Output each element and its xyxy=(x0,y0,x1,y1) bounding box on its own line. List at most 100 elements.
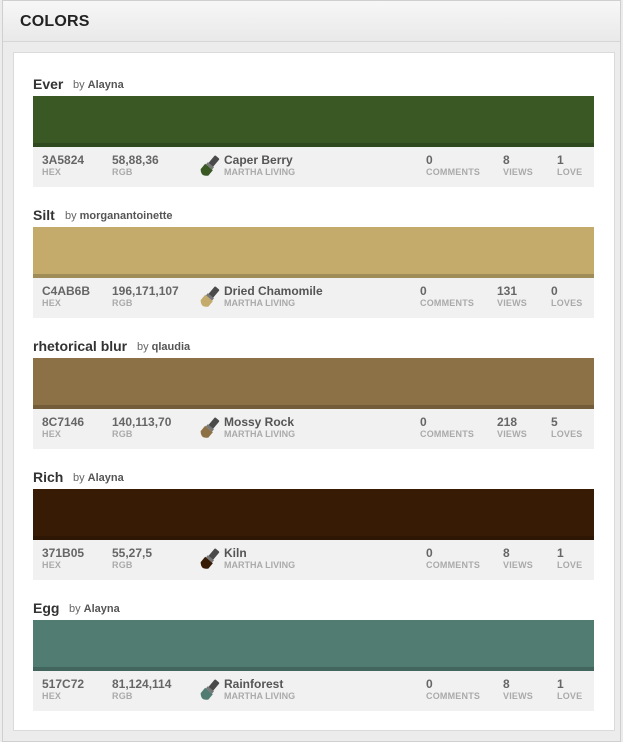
paint-match[interactable]: Caper Berry MARTHA LIVING xyxy=(224,154,295,178)
paint-name[interactable]: Caper Berry xyxy=(224,154,295,167)
color-list: Ever by Alayna 3A5824 HEX 58,88,36 RGB C… xyxy=(13,52,615,731)
comments-label: COMMENTS xyxy=(426,560,481,570)
color-name-link[interactable]: rhetorical blur xyxy=(33,338,127,354)
views-label: VIEWS xyxy=(497,298,528,308)
hex-value: 3A5824 xyxy=(42,153,85,167)
loves-label: LOVES xyxy=(551,429,583,439)
paint-match[interactable]: Dried Chamomile MARTHA LIVING xyxy=(224,285,323,309)
comments-stat[interactable]: 0 COMMENTS xyxy=(426,678,480,702)
hex-label: HEX xyxy=(42,560,62,570)
comments-label: COMMENTS xyxy=(420,298,475,308)
author-link[interactable]: Alayna xyxy=(88,472,124,484)
hex-value: 371B05 xyxy=(42,546,85,560)
rgb-stat: 81,124,114 RGB xyxy=(112,678,171,702)
color-name-link[interactable]: Silt xyxy=(33,207,55,223)
rgb-label: RGB xyxy=(112,429,133,439)
views-count: 8 xyxy=(503,677,510,691)
comments-count: 0 xyxy=(420,284,427,298)
color-details: C4AB6B HEX 196,171,107 RGB Dried Chamomi… xyxy=(33,278,594,318)
color-details: 517C72 HEX 81,124,114 RGB Rainforest MAR… xyxy=(33,671,594,711)
paintbrush-icon xyxy=(200,155,220,176)
paint-name[interactable]: Kiln xyxy=(224,547,295,560)
rgb-value: 55,27,5 xyxy=(112,546,153,560)
color-swatch[interactable] xyxy=(33,489,594,540)
color-name-link[interactable]: Ever xyxy=(33,76,63,92)
entry-title: Silt by morganantoinette xyxy=(33,205,594,227)
paint-name[interactable]: Mossy Rock xyxy=(224,416,295,429)
views-label: VIEWS xyxy=(503,560,534,570)
comments-stat[interactable]: 0 COMMENTS xyxy=(420,416,474,440)
paintbrush-icon xyxy=(200,679,220,700)
paint-brand: MARTHA LIVING xyxy=(224,691,296,701)
comments-count: 0 xyxy=(420,415,427,429)
author-link[interactable]: qlaudia xyxy=(152,341,191,353)
paint-brand: MARTHA LIVING xyxy=(224,167,296,177)
color-entry: Egg byAlayna 517C72 HEX 81,124,114 RGB xyxy=(33,598,594,711)
paint-name[interactable]: Dried Chamomile xyxy=(224,285,323,298)
color-entry: rhetorical blur by qlaudia 8C7146 HEX 140… xyxy=(33,336,594,449)
paint-match[interactable]: Mossy Rock MARTHA LIVING xyxy=(224,416,295,440)
hex-stat: 371B05 HEX xyxy=(42,547,84,571)
comments-stat[interactable]: 0 COMMENTS xyxy=(426,154,480,178)
rgb-value: 58,88,36 xyxy=(112,153,159,167)
author-byline: by morganantoinette xyxy=(65,210,173,222)
color-entry: Ever by Alayna 3A5824 HEX 58,88,36 RGB C… xyxy=(33,74,594,187)
hex-label: HEX xyxy=(42,691,62,701)
views-count: 8 xyxy=(503,546,510,560)
color-swatch[interactable] xyxy=(33,227,594,278)
paint-name[interactable]: Rainforest xyxy=(224,678,295,691)
views-stat: 8 VIEWS xyxy=(503,154,533,178)
loves-stat[interactable]: 1 LOVE xyxy=(557,154,582,178)
by-label: by xyxy=(73,79,85,91)
hex-value: 517C72 xyxy=(42,677,85,691)
views-label: VIEWS xyxy=(503,167,534,177)
loves-count: 1 xyxy=(557,677,564,691)
hex-value: C4AB6B xyxy=(42,284,91,298)
loves-label: LOVE xyxy=(557,167,583,177)
rgb-value: 140,113,70 xyxy=(112,415,172,429)
entry-title: Egg by Alayna xyxy=(33,598,594,620)
loves-label: LOVE xyxy=(557,691,583,701)
hex-stat: 3A5824 HEX xyxy=(42,154,84,178)
author-byline: by Alayna xyxy=(73,79,124,91)
color-swatch[interactable] xyxy=(33,620,594,671)
views-stat: 8 VIEWS xyxy=(503,678,533,702)
rgb-value: 81,124,114 xyxy=(112,677,172,691)
views-stat: 131 VIEWS xyxy=(497,285,527,309)
comments-stat[interactable]: 0 COMMENTS xyxy=(426,547,480,571)
loves-label: LOVE xyxy=(557,560,583,570)
comments-label: COMMENTS xyxy=(426,691,481,701)
rgb-stat: 58,88,36 RGB xyxy=(112,154,159,178)
views-stat: 8 VIEWS xyxy=(503,547,533,571)
by-label: by xyxy=(69,603,81,615)
color-name-link[interactable]: Egg xyxy=(33,600,59,616)
loves-stat[interactable]: 5 LOVES xyxy=(551,416,583,440)
loves-stat[interactable]: 1 LOVE xyxy=(557,678,582,702)
color-details: 371B05 HEX 55,27,5 RGB Kiln MARTHA LIVIN… xyxy=(33,540,594,580)
comments-stat[interactable]: 0 COMMENTS xyxy=(420,285,474,309)
author-link[interactable]: Alayna xyxy=(88,79,124,91)
entry-title: rhetorical blur by qlaudia xyxy=(33,336,594,358)
color-swatch[interactable] xyxy=(33,358,594,409)
author-link[interactable]: Alayna xyxy=(84,603,120,615)
comments-label: COMMENTS xyxy=(420,429,475,439)
views-stat: 218 VIEWS xyxy=(497,416,527,440)
panel-header: COLORS xyxy=(3,1,620,42)
paint-match[interactable]: Kiln MARTHA LIVING xyxy=(224,547,295,571)
author-link[interactable]: morganantoinette xyxy=(80,210,173,222)
paint-match[interactable]: Rainforest MARTHA LIVING xyxy=(224,678,295,702)
hex-stat: 517C72 HEX xyxy=(42,678,84,702)
color-swatch[interactable] xyxy=(33,96,594,147)
paint-brand: MARTHA LIVING xyxy=(224,560,296,570)
author-byline: by Alayna xyxy=(73,472,124,484)
loves-stat[interactable]: 0 LOVES xyxy=(551,285,583,309)
loves-count: 0 xyxy=(551,284,558,298)
comments-label: COMMENTS xyxy=(426,167,481,177)
color-name-link[interactable]: Rich xyxy=(33,469,63,485)
loves-count: 1 xyxy=(557,546,564,560)
paint-brand: MARTHA LIVING xyxy=(224,298,296,308)
rgb-label: RGB xyxy=(112,298,133,308)
entry-title: Rich by Alayna xyxy=(33,467,594,489)
color-entry: Silt by morganantoinette C4AB6B HEX 196,1… xyxy=(33,205,594,318)
loves-stat[interactable]: 1 LOVE xyxy=(557,547,582,571)
